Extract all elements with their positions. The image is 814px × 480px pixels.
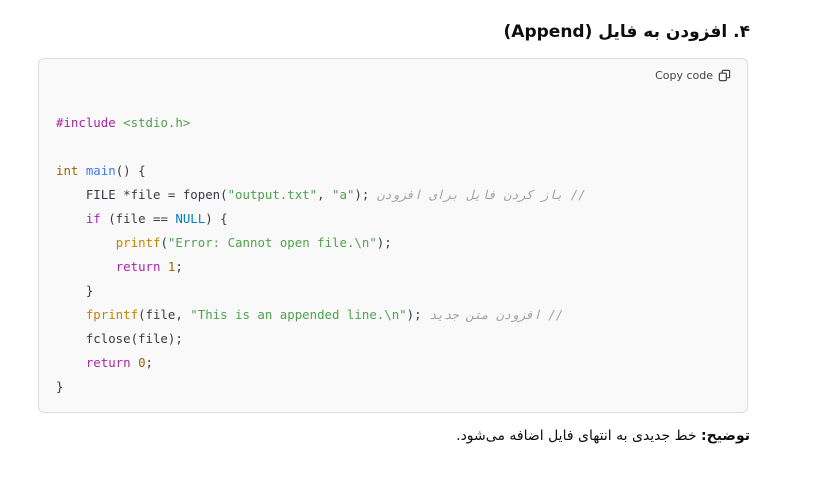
code-token: return (85, 355, 131, 370)
code-token: printf (115, 235, 161, 250)
code-line: return 0; (56, 351, 586, 375)
code-token: fclose(file); (56, 331, 183, 346)
code-token: , (317, 187, 333, 202)
code-token: "output.txt" (227, 187, 318, 202)
code-line: fclose(file); (56, 327, 586, 351)
code-token: "This is an appended line.\n" (190, 307, 407, 322)
code-token: ); (376, 235, 392, 250)
code-token: () { (115, 163, 146, 178)
copy-code-button[interactable]: Copy code (655, 69, 731, 82)
code-line: } (56, 375, 586, 399)
code-token: (file, (138, 307, 191, 322)
code-line: int main() { (56, 159, 586, 183)
code-token: ; (175, 259, 183, 274)
code-token: ) { (205, 211, 228, 226)
code-token: (file == (100, 211, 176, 226)
copy-icon (718, 69, 731, 82)
code-comment: // افزودن متن جدید (429, 307, 564, 322)
code-token: #include (56, 115, 124, 130)
code-token: if (85, 211, 101, 226)
code-token: <stdio.h> (123, 115, 191, 130)
code-block: Copy code #include <stdio.h> int main() {… (38, 58, 748, 413)
code-token: ); (354, 187, 377, 202)
code-comment: // باز کردن فایل برای افزودن (376, 187, 586, 202)
copy-code-label: Copy code (655, 69, 713, 82)
code-token: NULL (175, 211, 206, 226)
code-token: ; (145, 355, 154, 370)
code-line: #include <stdio.h> (56, 111, 586, 135)
section-heading: ۴. افزودن به فایل (Append) (503, 22, 750, 42)
code-token: } (56, 283, 94, 298)
code-token: "a" (332, 187, 355, 202)
code-token: FILE *file = fopen( (56, 187, 228, 202)
code-token: "Error: Cannot open file.\n" (167, 235, 377, 250)
code-line: printf("Error: Cannot open file.\n"); (56, 231, 586, 255)
code-token: main (85, 163, 116, 178)
code-token: ); (406, 307, 430, 322)
code-token: } (56, 379, 64, 394)
code-token: return (115, 259, 161, 274)
code-line: return 1; (56, 255, 586, 279)
explanation: توضیح: خط جدیدی به انتهای فایل اضافه می‌… (456, 428, 750, 444)
explanation-label: توضیح: (701, 428, 750, 444)
code-line: FILE *file = fopen("output.txt", "a"); /… (56, 183, 586, 207)
code-token: fprintf (85, 307, 139, 322)
code-token: 0 (138, 355, 146, 370)
code-line: if (file == NULL) { (56, 207, 586, 231)
code-token: int (56, 163, 86, 178)
code-content: #include <stdio.h> int main() { FILE *fil… (56, 111, 586, 399)
code-line: fprintf(file, "This is an appended line.… (56, 303, 586, 327)
code-line: } (56, 279, 586, 303)
code-token: ( (160, 235, 168, 250)
explanation-text: خط جدیدی به انتهای فایل اضافه می‌شود. (456, 428, 702, 444)
